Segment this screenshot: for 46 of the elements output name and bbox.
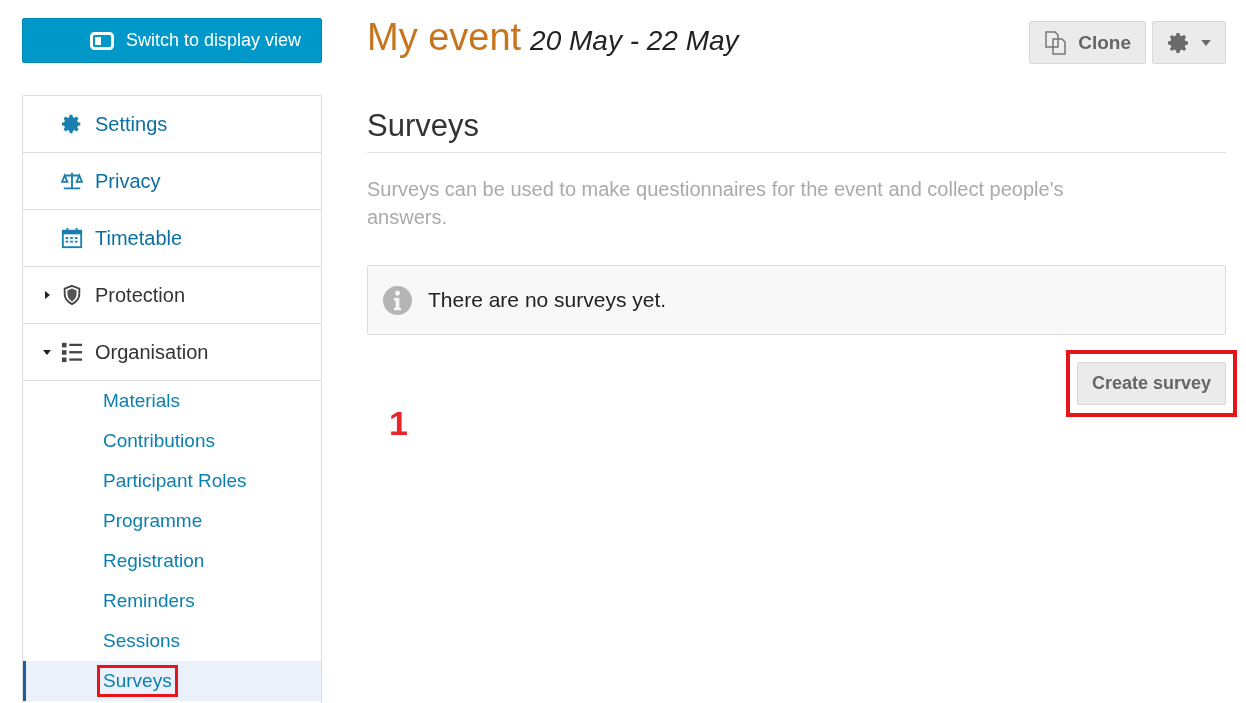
submenu-item[interactable]: Materials — [23, 381, 321, 421]
menu-item[interactable]: Timetable — [23, 210, 321, 267]
section-heading: Surveys — [367, 108, 1226, 153]
switch-display-view-button[interactable]: Switch to display view — [22, 18, 322, 63]
settings-dropdown-button[interactable] — [1152, 21, 1226, 64]
submenu-label: Programme — [102, 509, 204, 533]
menu-item[interactable]: Settings — [23, 96, 321, 153]
event-dates: 20 May - 22 May — [530, 25, 739, 56]
shield-icon — [61, 284, 83, 306]
submenu-item[interactable]: Surveys — [23, 661, 321, 701]
menu-item-label: Timetable — [95, 226, 183, 250]
calendar-icon — [61, 227, 83, 249]
submenu-item[interactable]: Programme — [23, 501, 321, 541]
notice-text: There are no surveys yet. — [428, 288, 667, 312]
event-title: My event — [367, 16, 522, 58]
menu-item[interactable]: Privacy — [23, 153, 321, 210]
submenu-label: Surveys — [97, 665, 178, 697]
menu-item[interactable]: Protection — [23, 267, 321, 324]
menu-item-label: Privacy — [95, 169, 161, 193]
submenu-item[interactable]: Reminders — [23, 581, 321, 621]
caret-icon — [1201, 39, 1211, 46]
submenu-item[interactable]: Sessions — [23, 621, 321, 661]
menu-item-label: Organisation — [95, 340, 209, 364]
menu-item[interactable]: Organisation — [23, 324, 321, 381]
submenu-item[interactable]: Contributions — [23, 421, 321, 461]
gear-icon — [61, 113, 83, 135]
submenu-label: Contributions — [102, 429, 216, 453]
submenu-label: Materials — [102, 389, 182, 413]
submenu-item[interactable]: Registration — [23, 541, 321, 581]
copy-icon — [1044, 30, 1069, 55]
section-description: Surveys can be used to make questionnaires for the event and collect people's answers. — [367, 177, 1065, 230]
list-icon — [61, 341, 83, 363]
submenu-item[interactable]: Participant Roles — [23, 461, 321, 501]
info-icon — [383, 285, 412, 315]
submenu-label: Participant Roles — [102, 469, 248, 493]
scales-icon — [61, 170, 83, 192]
display-icon — [89, 31, 114, 50]
gear-icon — [1167, 30, 1191, 55]
submenu-label: Registration — [102, 549, 206, 573]
clone-button[interactable]: Clone — [1029, 21, 1146, 64]
step-number: 1 — [389, 404, 408, 443]
submenu-label: Sessions — [102, 629, 182, 653]
menu-item-label: Settings — [95, 112, 168, 136]
create-survey-button[interactable]: Create survey — [1076, 362, 1226, 405]
submenu-label: Reminders — [102, 589, 196, 613]
menu-item-label: Protection — [95, 283, 186, 307]
